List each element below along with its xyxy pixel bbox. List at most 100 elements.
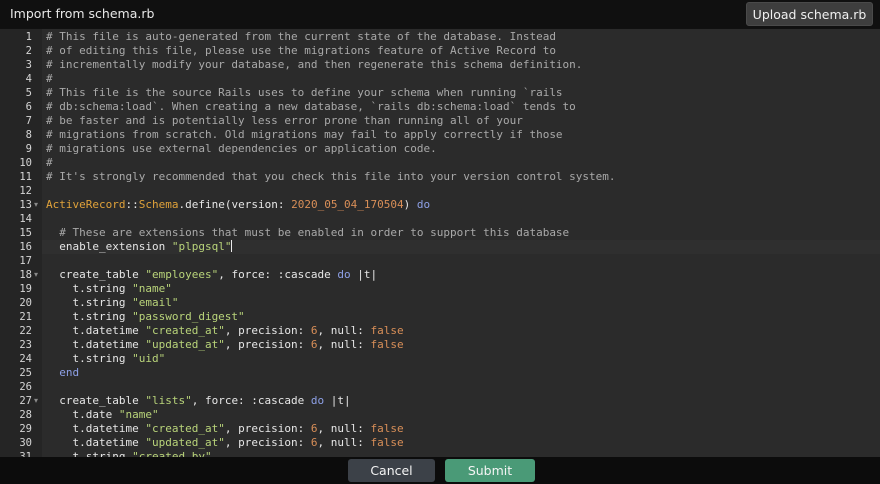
code-token: 6 [310,324,318,337]
code-line[interactable]: 13 ▾ ActiveRecord::Schema.define(version: … [0,198,880,212]
code-token: "created_by" [132,450,212,457]
code-text: end [46,366,79,380]
code-token: , null: [317,324,371,337]
code-token: , force: :cascade [191,394,311,407]
code-token: ) [403,198,417,211]
code-line[interactable]: 28 t.date "name" [0,408,880,422]
code-line[interactable]: 2 # of editing this file, please use the … [0,44,880,58]
code-text: t.datetime "updated_at", precision: 6, n… [46,338,403,352]
code-text: t.date "name" [46,408,159,422]
line-number: 8 [25,129,32,141]
code-line[interactable]: 8 # migrations from scratch. Old migratio… [0,128,880,142]
code-text: # be faster and is potentially less erro… [46,114,523,128]
fold-arrow-icon[interactable]: ▾ [34,394,41,408]
code-line[interactable]: 26 [0,380,880,394]
cancel-button[interactable]: Cancel [348,459,435,482]
code-line[interactable]: 24 t.string "uid" [0,352,880,366]
code-line[interactable]: 6 # db:schema:load`. When creating a new … [0,100,880,114]
line-number: 15 [19,227,32,239]
code-token: "email" [132,296,179,309]
dialog-header: Import from schema.rb Upload schema.rb [0,0,880,28]
submit-button[interactable]: Submit [445,459,535,482]
code-token: "password_digest" [132,310,245,323]
code-line[interactable]: 30 t.datetime "updated_at", precision: 6… [0,436,880,450]
line-number: 20 [19,297,32,309]
code-text: t.datetime "updated_at", precision: 6, n… [46,436,403,450]
fold-arrow-icon[interactable]: ▾ [34,198,41,212]
code-text: create_table "employees", force: :cascad… [46,268,377,282]
code-line[interactable]: 10 # [0,156,880,170]
code-token: 6 [310,338,318,351]
code-line[interactable]: 27 ▾ create_table "lists", force: :cascad… [0,394,880,408]
code-line[interactable]: 20 t.string "email" [0,296,880,310]
code-line[interactable]: 1 # This file is auto-generated from the … [0,30,880,44]
code-line[interactable]: 14 [0,212,880,226]
line-number: 18 [19,269,32,281]
code-line[interactable]: 23 t.datetime "updated_at", precision: 6… [0,338,880,352]
code-token: "updated_at" [145,436,225,449]
code-token: # [46,72,53,85]
code-text: # db:schema:load`. When creating a new d… [46,100,576,114]
code-token: false [370,324,404,337]
code-token: t.string [46,310,133,323]
code-line[interactable]: 31 t.string "created_by" [0,450,880,457]
code-token: :: [125,198,139,211]
code-line[interactable]: 15 # These are extensions that must be e… [0,226,880,240]
code-line[interactable]: 5 # This file is the source Rails uses to… [0,86,880,100]
line-number: 10 [19,157,32,169]
line-number: 2 [25,45,32,57]
dialog-footer: Cancel Submit [0,457,880,484]
line-number: 28 [19,409,32,421]
code-line[interactable]: 16 enable_extension "plpgsql" [0,240,880,254]
code-text: # incrementally modify your database, an… [46,58,582,72]
code-token: , precision: [224,338,311,351]
code-token: t.datetime [46,436,146,449]
code-token: 2020_05_04_170504 [291,198,404,211]
code-line[interactable]: 22 t.datetime "created_at", precision: 6… [0,324,880,338]
code-text: # migrations from scratch. Old migration… [46,128,563,142]
code-line[interactable]: 21 t.string "password_digest" [0,310,880,324]
code-token: end [46,366,80,379]
code-line[interactable]: 18 ▾ create_table "employees", force: :ca… [0,268,880,282]
line-number: 29 [19,423,32,435]
code-token: "uid" [132,352,166,365]
line-number: 5 [25,87,32,99]
code-token: # incrementally modify your database, an… [46,58,583,71]
code-token: enable_extension [46,240,172,253]
code-line[interactable]: 17 [0,254,880,268]
code-token: ActiveRecord [46,198,126,211]
code-token: # be faster and is potentially less erro… [46,114,523,127]
code-token: "employees" [145,268,219,281]
line-number: 22 [19,325,32,337]
code-line[interactable]: 4 # [0,72,880,86]
line-number: 16 [19,241,32,253]
code-line[interactable]: 12 [0,184,880,198]
code-line[interactable]: 19 t.string "name" [0,282,880,296]
upload-schema-button[interactable]: Upload schema.rb [746,2,873,26]
code-text: # migrations use external dependencies o… [46,142,437,156]
code-line[interactable]: 3 # incrementally modify your database, a… [0,58,880,72]
code-text: # This file is auto-generated from the c… [46,30,556,44]
code-line[interactable]: 29 t.datetime "created_at", precision: 6… [0,422,880,436]
code-token: 6 [310,436,318,449]
code-line[interactable]: 9 # migrations use external dependencies … [0,142,880,156]
code-token: "created_at" [145,422,225,435]
code-token: "name" [118,408,159,421]
code-token: "created_at" [145,324,225,337]
line-number: 3 [25,59,32,71]
code-token: t.string [46,352,133,365]
fold-arrow-icon[interactable]: ▾ [34,268,41,282]
code-token: , force: :cascade [218,268,338,281]
code-line[interactable]: 25 end [0,366,880,380]
code-token: # It's strongly recommended that you che… [46,170,616,183]
code-token: false [370,422,404,435]
line-number: 14 [19,213,32,225]
code-line[interactable]: 11 # It's strongly recommended that you c… [0,170,880,184]
code-token: "plpgsql" [171,240,232,253]
code-line[interactable]: 7 # be faster and is potentially less err… [0,114,880,128]
line-number: 30 [19,437,32,449]
line-number: 27 [19,395,32,407]
code-text: t.string "uid" [46,352,165,366]
line-number: 13 [19,199,32,211]
code-editor[interactable]: 1 # This file is auto-generated from the … [0,29,880,457]
